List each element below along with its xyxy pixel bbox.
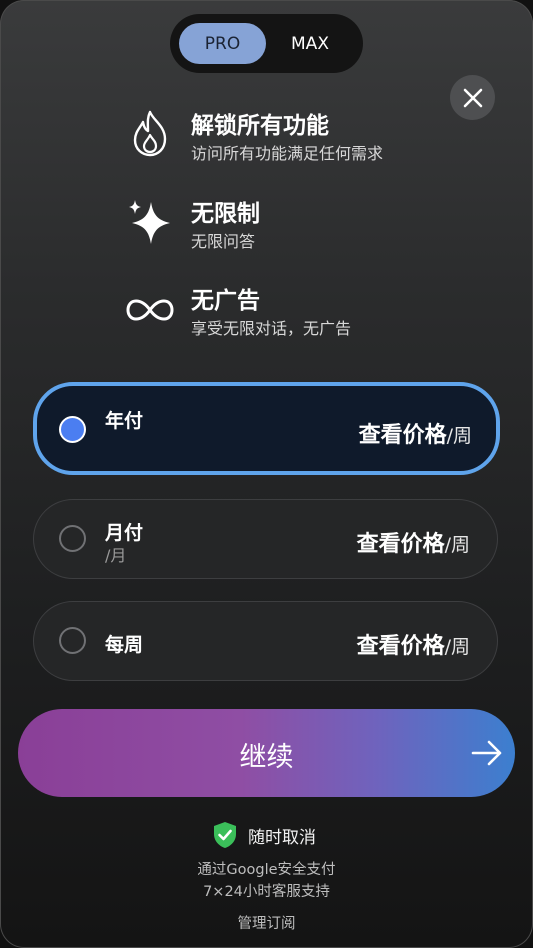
close-icon — [463, 88, 482, 107]
feature-no-ads: 无广告 享受无限对话，无广告 — [125, 279, 455, 341]
feature-subtitle: 访问所有功能满足任何需求 — [191, 144, 384, 163]
radio-unselected[interactable] — [59, 525, 86, 552]
cancel-anytime-row: 随时取消 — [212, 821, 316, 849]
infinity-icon — [126, 299, 174, 321]
feature-subtitle: 享受无限对话，无广告 — [191, 319, 352, 338]
feature-subtitle: 无限问答 — [191, 232, 256, 251]
price-value: 查看价格 — [356, 634, 445, 659]
flame-icon — [133, 110, 167, 157]
continue-button[interactable]: 继续 — [18, 709, 515, 797]
feature-title: 解锁所有功能 — [191, 113, 329, 139]
arrow-right-icon — [471, 740, 502, 766]
radio-selected[interactable] — [59, 416, 86, 443]
plan-subtext: /月 — [105, 546, 127, 565]
price-unit: /周 — [444, 534, 470, 556]
plan-price: 查看价格/周 — [357, 526, 470, 558]
price-value: 查看价格 — [358, 423, 447, 448]
feature-unlock: 解锁所有功能 访问所有功能满足任何需求 — [125, 104, 455, 166]
feature-unlimited: 无限制 无限问答 — [125, 192, 455, 254]
sparkle-icon — [129, 200, 170, 244]
feature-title: 无广告 — [191, 288, 260, 314]
plan-option-weekly[interactable]: 每周 查看价格/周 — [33, 601, 498, 681]
plan-price: 查看价格/周 — [357, 628, 470, 660]
price-unit: /周 — [444, 636, 470, 658]
manage-subscription-link[interactable]: 管理订阅 — [0, 912, 533, 933]
shield-check-icon — [214, 822, 236, 848]
feature-title: 无限制 — [191, 201, 260, 227]
plan-name: 月付 — [105, 522, 144, 544]
plan-name: 每周 — [105, 634, 144, 656]
plan-option-monthly[interactable]: 月付 /月 查看价格/周 — [33, 499, 498, 579]
plan-price: 查看价格/周 — [359, 417, 472, 449]
secure-payment-text: 通过Google安全支付 — [197, 862, 336, 878]
plan-option-yearly[interactable]: 年付 查看价格/周 — [33, 382, 500, 475]
cancel-anytime-text: 随时取消 — [248, 827, 316, 848]
continue-label: 继续 — [239, 742, 294, 773]
price-unit: /周 — [446, 425, 472, 447]
plan-name: 年付 — [105, 410, 144, 432]
price-value: 查看价格 — [356, 532, 445, 557]
support-text: 7×24小时客服支持 — [203, 884, 330, 900]
tab-max[interactable]: MAX — [270, 23, 350, 64]
close-button[interactable] — [450, 75, 495, 120]
tab-pro[interactable]: PRO — [179, 23, 266, 64]
paywall-screen: PRO MAX 解锁所有功能 访问所有功能满足任何需求 无限制 无限问答 无广告… — [0, 0, 533, 948]
radio-unselected[interactable] — [59, 627, 86, 654]
plan-tier-toggle: PRO MAX — [170, 14, 363, 73]
